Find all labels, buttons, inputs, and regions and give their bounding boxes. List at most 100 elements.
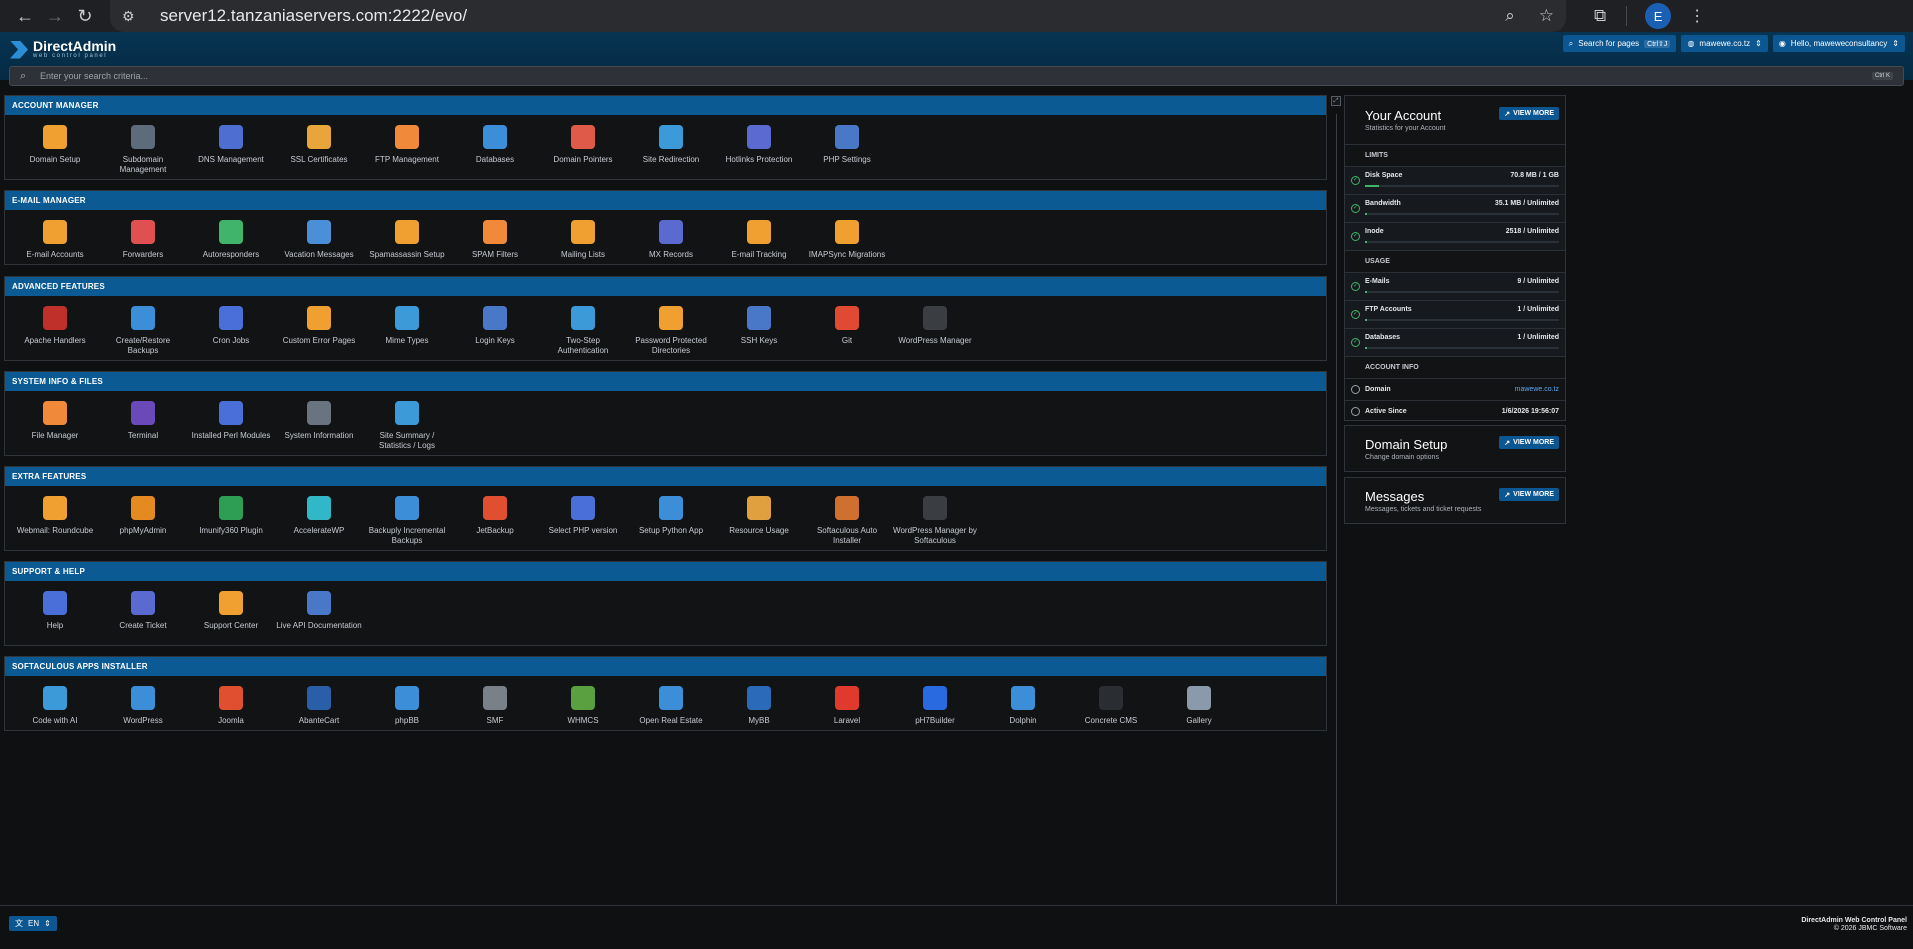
feature-item[interactable]: Concrete CMS <box>1067 676 1155 726</box>
feature-item[interactable]: Dolphin <box>979 676 1067 726</box>
feature-item[interactable]: SPAM Filters <box>451 210 539 260</box>
directadmin-logo[interactable]: DirectAdmin web control panel <box>10 39 116 59</box>
feature-item[interactable]: Password Protected Directories <box>627 296 715 356</box>
feature-label: Joomla <box>218 716 244 725</box>
feature-item[interactable]: phpMyAdmin <box>99 486 187 546</box>
mailing-list-icon <box>571 220 595 244</box>
feature-item[interactable]: Webmail: Roundcube <box>11 486 99 546</box>
feature-item[interactable]: Forwarders <box>99 210 187 260</box>
global-search[interactable]: ⌕ Ctrl K <box>9 66 1904 86</box>
user-menu-button[interactable]: ◉ Hello, maweweconsultancy ⇕ <box>1772 35 1905 52</box>
reload-icon[interactable]: ↻ <box>70 6 100 27</box>
feature-item[interactable]: Mailing Lists <box>539 210 627 260</box>
site-settings-icon[interactable]: ⚙ <box>122 8 150 25</box>
feature-item[interactable]: Setup Python App <box>627 486 715 546</box>
feature-item[interactable]: E-mail Accounts <box>11 210 99 260</box>
feature-item[interactable]: AccelerateWP <box>275 486 363 546</box>
feature-item[interactable]: Code with AI <box>11 676 99 726</box>
feature-item[interactable]: Backuply Incremental Backups <box>363 486 451 546</box>
feature-item[interactable]: Laravel <box>803 676 891 726</box>
feature-item[interactable]: Autoresponders <box>187 210 275 260</box>
feature-item[interactable]: Support Center <box>187 581 275 631</box>
feature-item[interactable]: PHP Settings <box>803 115 891 175</box>
forward-arrow-icon[interactable]: → <box>40 6 70 27</box>
feature-item[interactable]: AbanteCart <box>275 676 363 726</box>
feature-item[interactable]: Domain Pointers <box>539 115 627 175</box>
stat-row: ✓ E-Mails 9 / Unlimited <box>1345 272 1565 300</box>
feature-item[interactable]: Terminal <box>99 391 187 451</box>
zoom-icon[interactable]: ⌕ <box>1505 6 1515 26</box>
extensions-icon[interactable]: ⧉ <box>1594 6 1606 26</box>
feature-item[interactable]: Help <box>11 581 99 631</box>
feature-item[interactable]: Git <box>803 296 891 356</box>
bookmark-star-icon[interactable]: ☆ <box>1539 6 1554 26</box>
feature-item[interactable]: phpBB <box>363 676 451 726</box>
feature-item[interactable]: Select PHP version <box>539 486 627 546</box>
feature-item[interactable]: SSL Certificates <box>275 115 363 175</box>
feature-item[interactable]: Mime Types <box>363 296 451 356</box>
feature-item[interactable]: Joomla <box>187 676 275 726</box>
feature-item[interactable]: FTP Management <box>363 115 451 175</box>
feature-item[interactable]: Gallery <box>1155 676 1243 726</box>
domain-select[interactable]: ◍ mawewe.co.tz ⇕ <box>1681 35 1768 52</box>
address-bar[interactable]: ⚙ server12.tanzaniaservers.com:2222/evo/… <box>110 0 1566 32</box>
collapse-sidebar-icon[interactable]: ⤢ <box>1331 96 1341 106</box>
domain-link[interactable]: mawewe.co.tz <box>1515 386 1559 393</box>
search-input[interactable] <box>40 71 1872 81</box>
feature-item[interactable]: MX Records <box>627 210 715 260</box>
search-pages-label: Search for pages <box>1578 39 1640 48</box>
feature-item[interactable]: SSH Keys <box>715 296 803 356</box>
two-step-auth-icon <box>571 306 595 330</box>
feature-item[interactable]: WordPress <box>99 676 187 726</box>
feature-item[interactable]: Installed Perl Modules <box>187 391 275 451</box>
feature-item[interactable]: MyBB <box>715 676 803 726</box>
wordpress-icon <box>923 306 947 330</box>
feature-item[interactable]: DNS Management <box>187 115 275 175</box>
feature-label: JetBackup <box>476 526 514 535</box>
feature-item[interactable]: Imunify360 Plugin <box>187 486 275 546</box>
feature-item[interactable]: Site Summary / Statistics / Logs <box>363 391 451 451</box>
feature-item[interactable]: pH7Builder <box>891 676 979 726</box>
feature-label: MyBB <box>748 716 770 725</box>
feature-item[interactable]: System Information <box>275 391 363 451</box>
feature-item[interactable]: Create Ticket <box>99 581 187 631</box>
feature-item[interactable]: Cron Jobs <box>187 296 275 356</box>
account-view-more-button[interactable]: ↗ VIEW MORE <box>1499 107 1559 120</box>
messages-view-more-button[interactable]: ↗ VIEW MORE <box>1499 488 1559 501</box>
back-arrow-icon[interactable]: ← <box>10 6 40 27</box>
feature-item[interactable]: Spamassassin Setup <box>363 210 451 260</box>
url-text[interactable]: server12.tanzaniaservers.com:2222/evo/ <box>160 6 467 26</box>
feature-item[interactable]: Vacation Messages <box>275 210 363 260</box>
feature-item[interactable]: Softaculous Auto Installer <box>803 486 891 546</box>
feature-item[interactable]: WordPress Manager by Softaculous <box>891 486 979 546</box>
feature-item[interactable]: SMF <box>451 676 539 726</box>
feature-item[interactable]: Site Redirection <box>627 115 715 175</box>
search-pages-button[interactable]: ⌕ Search for pages Ctrl⇧J <box>1562 35 1677 52</box>
feature-item[interactable]: Two-Step Authentication <box>539 296 627 356</box>
feature-item[interactable]: Databases <box>451 115 539 175</box>
language-select[interactable]: 文 EN ⇕ <box>9 916 57 931</box>
domain-setup-view-more-button[interactable]: ↗ VIEW MORE <box>1499 436 1559 449</box>
feature-item[interactable]: IMAPSync Migrations <box>803 210 891 260</box>
browser-menu-icon[interactable]: ⋮ <box>1689 6 1705 26</box>
profile-avatar[interactable]: E <box>1645 3 1672 29</box>
statistics-icon <box>395 401 419 425</box>
feature-item[interactable]: Custom Error Pages <box>275 296 363 356</box>
feature-item[interactable]: Apache Handlers <box>11 296 99 356</box>
feature-item[interactable]: WHMCS <box>539 676 627 726</box>
domain-info-row: Domain mawewe.co.tz <box>1345 378 1565 400</box>
feature-item[interactable]: Open Real Estate <box>627 676 715 726</box>
feature-item[interactable]: Live API Documentation <box>275 581 363 631</box>
feature-item[interactable]: Resource Usage <box>715 486 803 546</box>
feature-item[interactable]: E-mail Tracking <box>715 210 803 260</box>
feature-item[interactable]: JetBackup <box>451 486 539 546</box>
feature-item[interactable]: Domain Setup <box>11 115 99 175</box>
feature-item[interactable]: File Manager <box>11 391 99 451</box>
feature-item[interactable]: Hotlinks Protection <box>715 115 803 175</box>
feature-item[interactable]: Create/Restore Backups <box>99 296 187 356</box>
feature-item[interactable]: Login Keys <box>451 296 539 356</box>
section-title: E-MAIL MANAGER <box>5 191 1326 210</box>
feature-item[interactable]: Subdomain Management <box>99 115 187 175</box>
chevron-updown-icon: ⇕ <box>44 919 51 928</box>
feature-item[interactable]: WordPress Manager <box>891 296 979 356</box>
